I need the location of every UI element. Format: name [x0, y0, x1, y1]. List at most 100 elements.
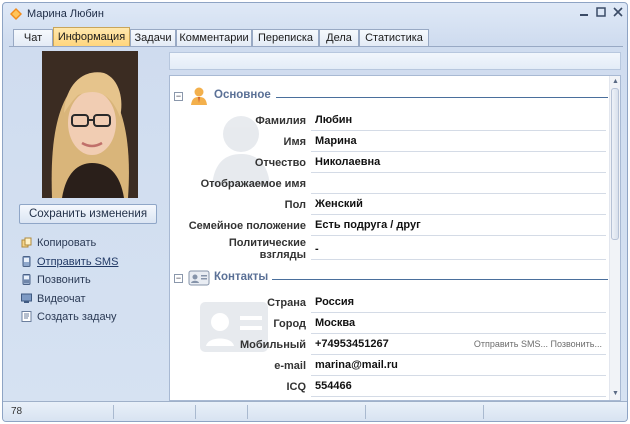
field-row-political-views: Политические взгляды - — [170, 237, 610, 261]
field-row-firstname: Имя Марина — [170, 132, 610, 153]
field-label-political-views-line1: Политические — [228, 237, 306, 249]
field-label-gender: Пол — [284, 199, 306, 211]
field-row-marital-status: Семейное положение Есть подруга / друг — [170, 216, 610, 237]
tab-comments[interactable]: Комментарии — [176, 29, 252, 47]
field-row-country: Страна Россия — [170, 293, 610, 314]
field-value-city[interactable]: Москва — [311, 314, 606, 334]
section-basic-rule — [276, 97, 608, 98]
field-label-patronymic: Отчество — [254, 157, 306, 169]
field-label-firstname: Имя — [283, 136, 306, 148]
tab-statistics[interactable]: Статистика — [359, 29, 429, 47]
maximize-button[interactable] — [594, 7, 608, 20]
status-bar: 78 — [3, 401, 627, 421]
status-separator — [195, 405, 196, 419]
status-text: 78 — [11, 406, 23, 417]
copy-action[interactable]: Копировать — [21, 235, 161, 254]
scroll-down-arrow-icon[interactable]: ▼ — [611, 389, 620, 399]
field-row-email: e-mail marina@mail.ru — [170, 356, 610, 377]
info-panel: − Основное Фамилия Любин Имя Марина Отче… — [169, 75, 621, 401]
section-basic-title: Основное — [214, 89, 271, 101]
field-label-marital-status: Семейное положение — [188, 220, 306, 232]
field-value-lastname[interactable]: Любин — [311, 111, 606, 131]
create-task-action[interactable]: Создать задачу — [21, 309, 161, 328]
field-row-display-name: Отображаемое имя — [170, 174, 610, 195]
field-label-icq: ICQ — [286, 381, 306, 393]
call-label: Позвонить — [37, 274, 91, 286]
actions-list: Копировать Отправить SMS Позвонить Видео… — [21, 235, 161, 328]
field-value-marital-status[interactable]: Есть подруга / друг — [311, 216, 606, 236]
field-value-email[interactable]: marina@mail.ru — [311, 356, 606, 376]
status-separator — [247, 405, 248, 419]
portrait-image — [42, 51, 138, 198]
chat-bubble-icon — [10, 8, 22, 20]
field-row-icq: ICQ 554466 — [170, 377, 610, 398]
scroll-thumb[interactable] — [611, 88, 619, 240]
person-icon — [191, 87, 207, 105]
collapse-toggle-contacts[interactable]: − — [174, 274, 183, 283]
video-chat-label: Видеочат — [37, 292, 86, 305]
minimize-icon — [580, 14, 588, 16]
call-action[interactable]: Позвонить — [21, 272, 161, 291]
save-changes-button[interactable]: Сохранить изменения — [19, 204, 157, 224]
contact-card-icon — [188, 270, 210, 286]
field-value-display-name[interactable] — [311, 174, 606, 194]
profile-sidebar: Сохранить изменения Копировать Отправить… — [13, 49, 163, 401]
tab-divider — [9, 46, 623, 47]
copy-icon — [21, 237, 32, 248]
create-task-label: Создать задачу — [37, 311, 117, 323]
scroll-up-arrow-icon[interactable]: ▲ — [611, 77, 620, 87]
field-row-gender: Пол Женский — [170, 195, 610, 216]
section-contacts: − Контакты — [174, 267, 608, 289]
field-label-mobile: Мобильный — [240, 339, 306, 351]
video-chat-action[interactable]: Видеочат — [21, 291, 161, 310]
section-basic: − Основное — [174, 85, 608, 107]
send-sms-action[interactable]: Отправить SMS — [21, 254, 161, 273]
field-label-city: Город — [273, 318, 306, 330]
minimize-button[interactable] — [577, 7, 591, 20]
section-contacts-rule — [272, 279, 608, 280]
field-value-country[interactable]: Россия — [311, 293, 606, 313]
field-value-patronymic[interactable]: Николаевна — [311, 153, 606, 173]
field-label-political-views: Политические взгляды — [229, 237, 306, 261]
profile-photo[interactable] — [42, 51, 138, 198]
status-separator — [365, 405, 366, 419]
send-sms-label: Отправить SMS — [37, 255, 119, 268]
tab-correspondence[interactable]: Переписка — [252, 29, 319, 47]
field-label-political-views-line2: взгляды — [259, 249, 306, 261]
field-value-icq[interactable]: 554466 — [311, 377, 606, 397]
tab-tasks[interactable]: Задачи — [130, 29, 176, 47]
mobile-actions-links[interactable]: Отправить SMS... Позвонить... — [474, 339, 602, 349]
tab-deals[interactable]: Дела — [319, 29, 359, 47]
section-contacts-title: Контакты — [214, 271, 269, 283]
field-value-gender[interactable]: Женский — [311, 195, 606, 215]
field-label-email: e-mail — [274, 360, 306, 372]
status-separator — [113, 405, 114, 419]
tab-info[interactable]: Информация — [53, 27, 130, 47]
sms-icon — [22, 255, 31, 267]
contact-window: Марина Любин Чат Информация Задачи Комме… — [2, 2, 628, 422]
close-icon — [613, 7, 623, 17]
task-icon — [21, 311, 32, 322]
title-bar: Марина Любин — [3, 3, 627, 25]
field-row-lastname: Фамилия Любин — [170, 111, 610, 132]
field-label-country: Страна — [267, 297, 306, 309]
info-bar — [169, 52, 621, 70]
field-label-display-name: Отображаемое имя — [200, 178, 306, 190]
maximize-icon — [596, 7, 606, 17]
tab-bar: Чат Информация Задачи Комментарии Перепи… — [13, 27, 613, 47]
status-separator — [483, 405, 484, 419]
field-row-city: Город Москва — [170, 314, 610, 335]
tab-chat[interactable]: Чат — [13, 29, 53, 47]
collapse-toggle-basic[interactable]: − — [174, 92, 183, 101]
window-title: Марина Любин — [27, 8, 104, 20]
field-value-firstname[interactable]: Марина — [311, 132, 606, 152]
phone-icon — [22, 274, 31, 285]
field-label-lastname: Фамилия — [255, 115, 306, 127]
video-icon — [21, 293, 32, 303]
field-value-political-views[interactable]: - — [311, 240, 606, 260]
vertical-scrollbar[interactable]: ▲ ▼ — [609, 76, 620, 400]
field-row-patronymic: Отчество Николаевна — [170, 153, 610, 174]
field-row-mobile: Мобильный +74953451267 Отправить SMS... … — [170, 335, 610, 356]
copy-label: Копировать — [37, 237, 97, 249]
close-button[interactable] — [611, 7, 625, 20]
